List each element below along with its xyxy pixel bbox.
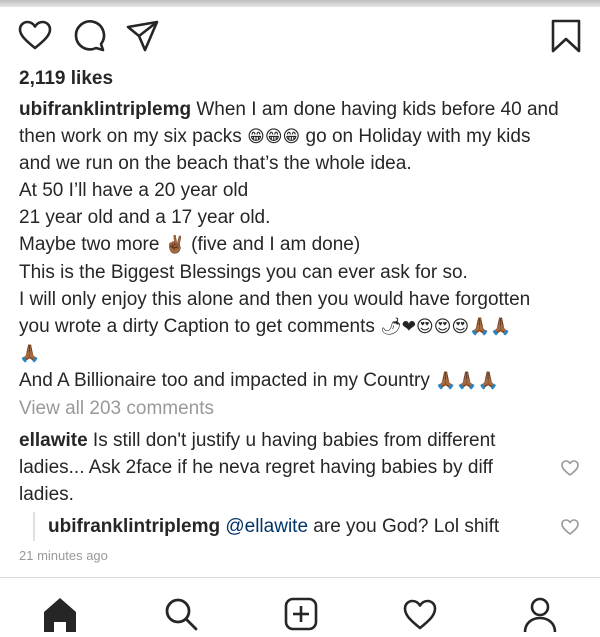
caption-line: This is the Biggest Blessings you can ev… <box>19 261 468 283</box>
activity-heart-icon[interactable] <box>402 596 438 632</box>
comment-bubble-icon[interactable] <box>72 18 108 54</box>
post-caption: ubifranklintriplemg When I am done havin… <box>19 96 589 394</box>
post-image-edge <box>0 0 600 7</box>
laughing-emoji: 😁😁😁 <box>247 127 301 147</box>
reply-mention[interactable]: @ellawite <box>225 516 308 537</box>
comment-line: ladies. <box>19 484 74 506</box>
comment: ellawite Is still don't justify u having… <box>19 427 544 508</box>
caption-text: Maybe two more <box>19 234 165 256</box>
view-all-comments-link[interactable]: View all 203 comments <box>19 398 214 420</box>
comment-text: Is still don't justify u having babies f… <box>87 430 496 451</box>
caption-line: 21 year old and a 17 year old. <box>19 207 271 229</box>
caption-line: you wrote a dirty Caption to get comment… <box>19 313 589 340</box>
caption-text: go on Holiday with my kids <box>300 126 531 148</box>
caption-line: Maybe two more ✌🏾 (five and I am done) <box>19 231 589 258</box>
caption-line: ubifranklintriplemg When I am done havin… <box>19 96 589 123</box>
reply-text: are you God? Lol shift <box>308 516 500 537</box>
bottom-navigation <box>0 577 600 633</box>
profile-icon[interactable] <box>522 596 558 633</box>
likes-count[interactable]: 2,119 likes <box>19 68 113 90</box>
caption-text: then work on my six packs <box>19 126 248 148</box>
bookmark-icon[interactable] <box>548 18 584 54</box>
reply-thread-line <box>33 512 35 541</box>
reply: ubifranklintriplemg @ellawite are you Go… <box>48 513 499 540</box>
add-post-icon[interactable] <box>283 596 319 632</box>
caption-line: I will only enjoy this alone and then yo… <box>19 288 531 310</box>
search-icon[interactable] <box>163 596 199 632</box>
caption-line: And A Billionaire too and impacted in my… <box>19 367 589 394</box>
post-action-bar <box>0 18 600 58</box>
post-timestamp: 21 minutes ago <box>19 548 108 563</box>
caption-line: then work on my six packs 😁😁😁 go on Holi… <box>19 123 589 150</box>
comment-line: ladies... Ask 2face if he neva regret ha… <box>19 457 493 479</box>
heart-icon[interactable] <box>17 18 53 54</box>
paper-plane-icon[interactable] <box>125 18 161 54</box>
caption-text: you wrote a dirty Caption to get comment… <box>19 315 381 337</box>
caption-line: 🙏🏾 <box>19 340 589 367</box>
caption-line: and we run on the beach that’s the whole… <box>19 153 412 175</box>
caption-text: When I am done having kids before 40 and <box>191 99 559 120</box>
caption-text: And A Billionaire too and impacted in my… <box>19 369 436 391</box>
reply-like-heart-icon[interactable] <box>560 517 580 537</box>
comment-username[interactable]: ellawite <box>19 430 88 451</box>
pray-emoji: 🙏🏾 <box>19 343 41 363</box>
caption-username[interactable]: ubifranklintriplemg <box>19 99 191 120</box>
peace-emoji: ✌🏾 <box>164 235 186 255</box>
reply-username[interactable]: ubifranklintriplemg <box>48 516 220 537</box>
pray-emojis: 🙏🏾🙏🏾🙏🏾 <box>435 370 499 390</box>
caption-line: At 50 I’ll have a 20 year old <box>19 180 249 202</box>
reaction-emojis: 🌶❤😍😍😍🙏🏾🙏🏾 <box>380 316 512 336</box>
caption-text: (five and I am done) <box>185 234 361 256</box>
comment-like-heart-icon[interactable] <box>560 458 580 478</box>
comment-line: ellawite Is still don't justify u having… <box>19 427 544 454</box>
home-icon[interactable] <box>42 596 78 632</box>
